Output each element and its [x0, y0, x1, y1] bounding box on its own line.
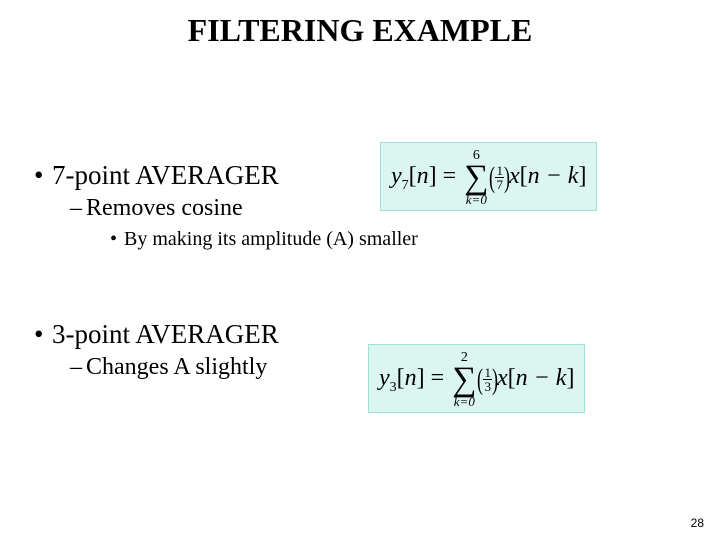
sigma-icon: ∑: [452, 365, 476, 395]
page-number: 28: [691, 516, 704, 530]
f2-ysub: 3: [390, 380, 397, 395]
bullet-7pt-label: 7-point AVERAGER: [52, 160, 279, 190]
sub-changes-a-label: Changes A slightly: [86, 354, 267, 380]
formula-3pt: y3[n] = 2 ∑ k=0 (13)x[n − k]: [368, 344, 585, 413]
f1-ysub: 7: [402, 178, 409, 193]
sigma-icon: ∑: [464, 163, 488, 193]
f2-frac-num: 1: [483, 366, 492, 380]
formula-7pt: y7[n] = 6 ∑ k=0 (17)x[n − k]: [380, 142, 597, 211]
bullet-3pt: •3-point AVERAGER –Changes A slightly: [34, 319, 694, 381]
subsub-amplitude-label: By making its amplitude (A) smaller: [124, 228, 418, 250]
slide-title: FILTERING EXAMPLE: [0, 0, 720, 49]
f2-xarg: n − k: [516, 365, 567, 391]
f1-frac-den: 7: [495, 178, 504, 191]
f1-sum: 6 ∑ k=0: [464, 149, 488, 206]
f1-arg: n: [417, 163, 429, 189]
f2-frac-den: 3: [483, 380, 492, 393]
f2-sum: 2 ∑ k=0: [452, 351, 476, 408]
f2-arg: n: [405, 365, 417, 391]
f1-sum-bot: k=0: [464, 193, 488, 206]
f2-sum-bot: k=0: [452, 395, 476, 408]
bullet-3pt-label: 3-point AVERAGER: [52, 319, 279, 349]
sub-removes-cosine-label: Removes cosine: [86, 195, 243, 221]
f1-frac: 17: [495, 164, 504, 191]
f1-frac-num: 1: [495, 164, 504, 178]
subsub-amplitude: •By making its amplitude (A) smaller: [110, 228, 694, 251]
f1-xarg: n − k: [528, 163, 579, 189]
f2-frac: 13: [483, 366, 492, 393]
